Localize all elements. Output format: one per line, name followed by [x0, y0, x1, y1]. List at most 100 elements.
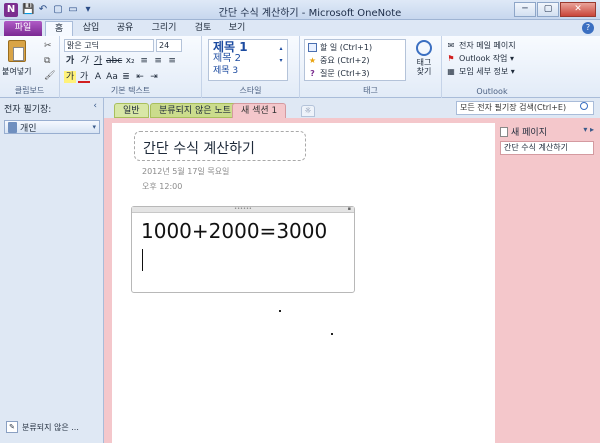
underline-button[interactable]: 가 — [92, 55, 104, 67]
search-icon[interactable] — [580, 102, 588, 110]
tab-section-unfiled[interactable]: 분류되지 않은 노트 — [150, 103, 240, 118]
tab-file[interactable]: 파일 — [4, 21, 42, 36]
ribbon: 붙여넣기 ✂ ⧉ 🖌 클립보드 맑은 고딕 24 가 가 가 abc x₂ ≡ … — [0, 36, 600, 98]
style-heading-3[interactable]: 제목 3 — [213, 65, 283, 77]
notebook-personal[interactable]: 개인 ▾ — [4, 120, 100, 134]
meeting-details-label: 모임 세부 정보 ▾ — [459, 67, 515, 76]
page-list-item[interactable]: 간단 수식 계산하기 — [500, 141, 594, 155]
outlook-task-button[interactable]: ⚑ Outlook 작업 ▾ — [446, 53, 516, 64]
quick-access-toolbar: 💾 ↶ ▢ ▭ ▾ — [22, 3, 94, 16]
collapse-pane-button[interactable]: ‹ — [93, 101, 97, 111]
section-tabs: 일반 분류되지 않은 노트 새 섹션 1 ☼ 모든 전자 필기장 검색(Ctrl… — [104, 98, 600, 118]
flag-icon: ⚑ — [447, 54, 455, 63]
unfiled-notes-button[interactable]: ✎ 분류되지 않은 ... — [6, 421, 79, 433]
undo-icon[interactable]: ↶ — [37, 3, 49, 16]
style-heading-2[interactable]: 제목 2 — [213, 53, 283, 65]
styles-gallery: 제목 1 제목 2 제목 3 ▴ ▾ — [208, 39, 288, 81]
outlook-task-label: Outlook 작업 ▾ — [459, 54, 514, 63]
styles-scroll[interactable]: ▴ ▾ — [277, 43, 285, 85]
add-section-button[interactable]: ☼ — [301, 105, 315, 117]
notebooks-header: 전자 필기장: — [4, 105, 52, 115]
tab-home[interactable]: 홈 — [45, 21, 73, 36]
align-button[interactable]: ≡ — [166, 55, 178, 67]
paste-button[interactable]: 붙여넣기 — [2, 66, 31, 77]
window-title: 간단 수식 계산하기 - Microsoft OneNote — [218, 8, 402, 19]
bullets-button[interactable]: ≡ — [138, 55, 150, 67]
tab-insert[interactable]: 삽입 — [76, 21, 106, 36]
unfiled-notes-label: 분류되지 않은 ... — [22, 422, 79, 432]
paragraph-align-button[interactable]: ≣ — [120, 71, 132, 83]
page-list-options[interactable]: ▾ ▸ — [583, 125, 594, 134]
ink-dot — [331, 333, 333, 335]
help-icon[interactable]: ? — [582, 22, 594, 34]
font-size-select[interactable]: 24 — [156, 39, 182, 52]
tag-todo[interactable]: 할 일 (Ctrl+1) — [308, 41, 402, 54]
ribbon-tabs: 파일 홈 삽입 공유 그리기 검토 보기 ? — [0, 20, 600, 36]
numbering-button[interactable]: ≡ — [152, 55, 164, 67]
tab-draw[interactable]: 그리기 — [146, 21, 182, 36]
find-tags-button[interactable]: 태그 찾기 — [412, 40, 436, 76]
tab-review[interactable]: 검토 — [188, 21, 218, 36]
view-icon[interactable]: ▢ — [52, 3, 64, 16]
format-painter-icon[interactable]: 🖌 — [44, 70, 55, 82]
window-controls: ─ ▢ ✕ — [514, 2, 596, 17]
page-tabs-pane: 새 페이지 ▾ ▸ 간단 수식 계산하기 — [496, 118, 600, 443]
magnifier-icon — [416, 40, 432, 56]
email-icon: ✉ — [447, 41, 455, 50]
change-case-button[interactable]: Aa — [106, 71, 118, 83]
customize-icon[interactable]: ▾ — [82, 3, 94, 16]
tag-question[interactable]: ? 질문 (Ctrl+3) — [308, 67, 402, 80]
subscript-button[interactable]: x₂ — [124, 55, 136, 67]
group-label-tags: 태그 — [363, 86, 378, 95]
note-expand-icon[interactable]: ▪ — [348, 207, 351, 212]
note-drag-handle[interactable]: •••••• — [132, 207, 354, 213]
group-label-basic-text: 기본 텍스트 — [110, 86, 151, 95]
find-tags-label: 태그 찾기 — [416, 58, 432, 76]
note-text[interactable]: 1000+2000=3000 — [141, 219, 327, 243]
new-page-button[interactable]: 새 페이지 — [500, 125, 547, 138]
tag-important[interactable]: ★ 중요 (Ctrl+2) — [308, 54, 402, 67]
tab-view[interactable]: 보기 — [222, 21, 252, 36]
notebook-icon — [8, 121, 17, 133]
bold-button[interactable]: 가 — [64, 55, 76, 67]
indent-button[interactable]: ⇥ — [148, 71, 160, 83]
note-container[interactable]: •••••• ▪ 1000+2000=3000 — [131, 206, 355, 293]
meeting-details-button[interactable]: ▦ 모임 세부 정보 ▾ — [446, 66, 516, 77]
clear-format-button[interactable]: A — [92, 71, 104, 83]
tab-section-new-1[interactable]: 새 섹션 1 — [232, 103, 287, 118]
new-page-icon — [500, 126, 508, 137]
basic-text-group: 맑은 고딕 24 가 가 가 abc x₂ ≡ ≡ ≡ 가 가 A Aa ≣ ⇤… — [60, 36, 202, 98]
outlook-list: ✉ 전자 메일 페이지 ⚑ Outlook 작업 ▾ ▦ 모임 세부 정보 ▾ — [446, 40, 516, 77]
email-page-button[interactable]: ✉ 전자 메일 페이지 — [446, 40, 516, 51]
tab-section-general[interactable]: 일반 — [114, 103, 149, 118]
notebook-label: 개인 — [20, 123, 37, 134]
format-row-2: 가 가 A Aa ≣ ⇤ ⇥ — [64, 71, 160, 83]
cut-icon[interactable]: ✂ — [44, 40, 55, 52]
onenote-app-icon[interactable]: N — [4, 3, 18, 17]
save-icon[interactable]: 💾 — [22, 3, 34, 16]
font-color-button[interactable]: 가 — [78, 71, 90, 83]
outdent-button[interactable]: ⇤ — [134, 71, 146, 83]
minimize-button[interactable]: ─ — [514, 2, 536, 17]
text-cursor — [142, 249, 143, 271]
group-label-styles: 스타일 — [239, 86, 262, 95]
tab-share[interactable]: 공유 — [110, 21, 140, 36]
paste-icon[interactable] — [8, 40, 26, 62]
italic-button[interactable]: 가 — [78, 55, 90, 67]
dock-icon[interactable]: ▭ — [67, 3, 79, 16]
outlook-group: ✉ 전자 메일 페이지 ⚑ Outlook 작업 ▾ ▦ 모임 세부 정보 ▾ … — [442, 36, 542, 98]
tag-label: 할 일 (Ctrl+1) — [320, 43, 373, 52]
style-heading-1[interactable]: 제목 1 — [213, 41, 283, 53]
page-canvas[interactable]: 간단 수식 계산하기 2012년 5월 17일 목요일 오후 12:00 •••… — [112, 123, 495, 443]
unfiled-notes-icon: ✎ — [6, 421, 18, 433]
group-label-clipboard: 클립보드 — [14, 86, 45, 95]
search-input[interactable]: 모든 전자 필기장 검색(Ctrl+E) — [456, 101, 594, 115]
page-title[interactable]: 간단 수식 계산하기 — [134, 131, 306, 161]
maximize-button[interactable]: ▢ — [537, 2, 559, 17]
question-icon: ? — [310, 69, 315, 78]
close-button[interactable]: ✕ — [560, 2, 596, 17]
strikethrough-button[interactable]: abc — [106, 55, 122, 67]
highlight-button[interactable]: 가 — [64, 71, 76, 83]
font-family-select[interactable]: 맑은 고딕 — [64, 39, 154, 52]
copy-icon[interactable]: ⧉ — [44, 55, 55, 67]
